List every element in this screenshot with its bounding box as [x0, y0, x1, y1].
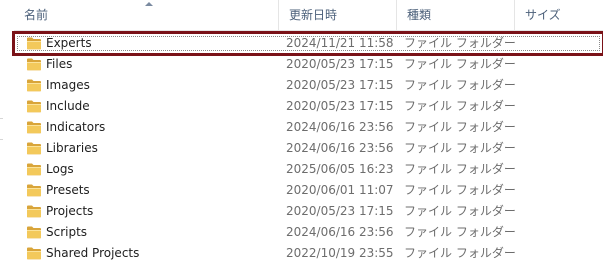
column-header-size-label: サイズ — [525, 8, 561, 22]
table-row[interactable]: Libraries 2024/06/16 23:56 ファイル フォルダー — [14, 138, 603, 159]
folder-icon — [26, 183, 42, 197]
folder-icon — [26, 204, 42, 218]
name-cell: Indicators — [26, 117, 276, 138]
date-modified-cell: 2020/05/23 17:15 — [286, 99, 394, 113]
date-modified-cell: 2020/05/23 17:15 — [286, 204, 394, 218]
folder-icon — [26, 78, 42, 92]
type-cell: ファイル フォルダー — [404, 183, 516, 197]
name-cell: Scripts — [26, 222, 276, 243]
name-cell: Projects — [26, 201, 276, 222]
table-row[interactable]: Shared Projects 2022/10/19 23:55 ファイル フォルダ… — [14, 243, 603, 264]
folder-icon — [26, 120, 42, 134]
table-row[interactable]: Files 2020/05/23 17:15 ファイル フォルダー — [14, 54, 603, 75]
folder-name: Indicators — [46, 120, 106, 134]
column-header-type-label: 種類 — [407, 8, 432, 22]
date-modified-cell: 2024/06/16 23:56 — [286, 120, 394, 134]
date-modified-cell: 2022/10/19 23:55 — [286, 246, 394, 260]
folder-icon — [26, 57, 42, 71]
date-modified-cell: 2020/05/23 17:15 — [286, 78, 394, 92]
folder-name: Projects — [46, 204, 94, 218]
name-cell: Logs — [26, 159, 276, 180]
name-cell: Images — [26, 75, 276, 96]
table-row[interactable]: Include 2020/05/23 17:15 ファイル フォルダー — [14, 96, 603, 117]
name-cell: Files — [26, 54, 276, 75]
type-cell: ファイル フォルダー — [404, 78, 516, 92]
folder-name: Include — [46, 99, 90, 113]
file-list: Experts 2024/11/21 11:58 ファイル フォルダー Files 20… — [12, 31, 603, 264]
column-header-bar: 名前 更新日時 種類 サイズ — [14, 0, 603, 31]
table-row[interactable]: Images 2020/05/23 17:15 ファイル フォルダー — [14, 75, 603, 96]
folder-name: Scripts — [46, 225, 88, 239]
table-row[interactable]: Presets 2020/06/01 11:07 ファイル フォルダー — [14, 180, 603, 201]
type-cell: ファイル フォルダー — [404, 57, 516, 71]
folder-name: Logs — [46, 162, 74, 176]
column-header-date-label: 更新日時 — [289, 8, 338, 22]
folder-icon — [26, 36, 42, 50]
name-cell: Libraries — [26, 138, 276, 159]
column-header-name-label: 名前 — [24, 8, 49, 22]
name-cell: Presets — [26, 180, 276, 201]
sort-ascending-icon — [145, 2, 153, 6]
type-cell: ファイル フォルダー — [404, 225, 516, 239]
folder-name: Libraries — [46, 141, 98, 155]
folder-name: Files — [46, 57, 73, 71]
date-modified-cell: 2024/06/16 23:56 — [286, 141, 394, 155]
folder-name: Images — [46, 78, 90, 92]
name-cell: Shared Projects — [26, 243, 276, 264]
type-cell: ファイル フォルダー — [404, 36, 516, 50]
type-cell: ファイル フォルダー — [404, 120, 516, 134]
table-row[interactable]: Indicators 2024/06/16 23:56 ファイル フォルダー — [14, 117, 603, 138]
type-cell: ファイル フォルダー — [404, 141, 516, 155]
name-cell: Include — [26, 96, 276, 117]
folder-name: Experts — [46, 36, 92, 50]
date-modified-cell: 2024/06/16 23:56 — [286, 225, 394, 239]
date-modified-cell: 2020/06/01 11:07 — [286, 183, 394, 197]
type-cell: ファイル フォルダー — [404, 204, 516, 218]
folder-icon — [26, 246, 42, 260]
name-cell: Experts — [26, 33, 276, 54]
column-header-size[interactable]: サイズ — [515, 0, 603, 30]
selected-folder-row[interactable]: Experts 2024/11/21 11:58 ファイル フォルダー — [12, 31, 603, 56]
folder-icon — [26, 99, 42, 113]
column-header-type[interactable]: 種類 — [397, 0, 515, 30]
folder-icon — [26, 225, 42, 239]
folder-icon — [26, 162, 42, 176]
date-modified-cell: 2020/05/23 17:15 — [286, 57, 394, 71]
folder-name: Presets — [46, 183, 90, 197]
pane-splitter[interactable] — [0, 118, 3, 140]
folder-name: Shared Projects — [46, 246, 140, 260]
table-row[interactable]: Logs 2025/06/05 16:23 ファイル フォルダー — [14, 159, 603, 180]
date-modified-cell: 2025/06/05 16:23 — [286, 162, 394, 176]
type-cell: ファイル フォルダー — [404, 99, 516, 113]
navigation-pane-edge — [0, 0, 14, 274]
table-row[interactable]: Projects 2020/05/23 17:15 ファイル フォルダー — [14, 201, 603, 222]
type-cell: ファイル フォルダー — [404, 162, 516, 176]
type-cell: ファイル フォルダー — [404, 246, 516, 260]
column-header-date[interactable]: 更新日時 — [279, 0, 397, 30]
folder-icon — [26, 141, 42, 155]
date-modified-cell: 2024/11/21 11:58 — [286, 36, 394, 50]
table-row[interactable]: Scripts 2024/06/16 23:56 ファイル フォルダー — [14, 222, 603, 243]
